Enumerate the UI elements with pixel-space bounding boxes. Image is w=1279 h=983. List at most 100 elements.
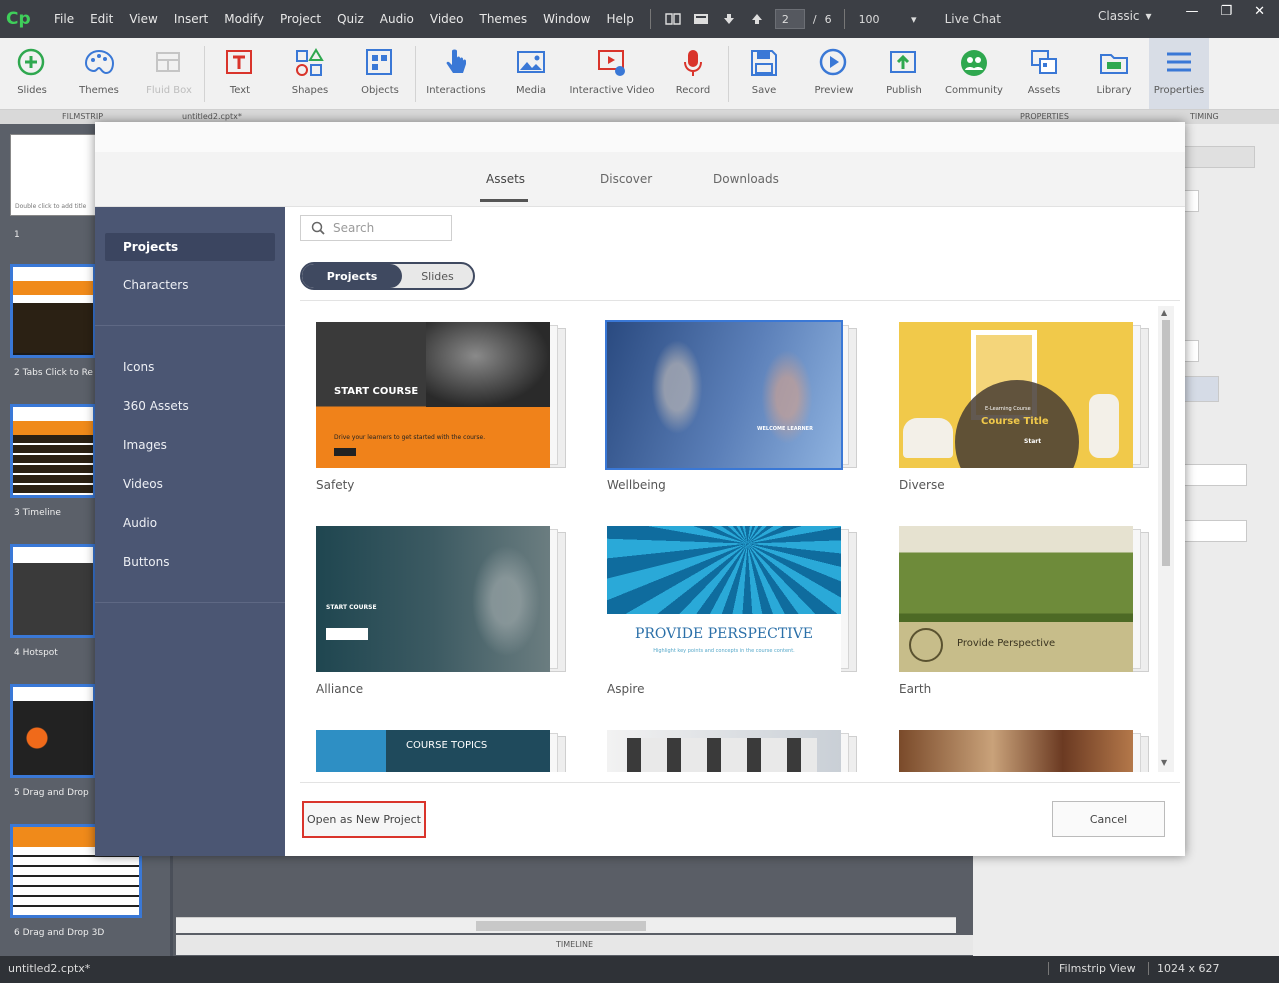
project-card-earth[interactable]: Provide Perspective Earth — [899, 526, 1149, 716]
menu-insert[interactable]: Insert — [166, 12, 216, 26]
main-menu: File Edit View Insert Modify Project Qui… — [46, 12, 642, 26]
properties-tab[interactable]: PROPERTIES — [1020, 112, 1069, 121]
timing-tab[interactable]: TIMING — [1190, 112, 1219, 121]
community-icon — [957, 46, 991, 80]
tab-discover[interactable]: Discover — [600, 172, 652, 186]
toggle-projects[interactable]: Projects — [302, 264, 402, 288]
project-thumbnail: PROVIDE PERSPECTIVE Highlight key points… — [607, 526, 841, 672]
sidebar-item-buttons[interactable]: Buttons — [105, 548, 275, 576]
zoom-select[interactable]: 100 ▾ — [853, 9, 923, 29]
library-button[interactable]: Library — [1079, 38, 1149, 109]
book-icon[interactable] — [663, 11, 683, 27]
menu-edit[interactable]: Edit — [82, 12, 121, 26]
file-tab[interactable]: untitled2.cptx* — [182, 112, 242, 121]
menu-quiz[interactable]: Quiz — [329, 12, 372, 26]
menu-video[interactable]: Video — [422, 12, 472, 26]
divider — [300, 300, 1180, 301]
property-field[interactable] — [1183, 146, 1255, 168]
menu-themes[interactable]: Themes — [472, 12, 536, 26]
property-dropdown[interactable] — [1183, 464, 1247, 486]
menu-audio[interactable]: Audio — [372, 12, 422, 26]
slide-thumbnail[interactable] — [10, 544, 96, 638]
slide-thumbnail[interactable] — [10, 264, 96, 358]
properties-button[interactable]: Properties — [1149, 38, 1209, 109]
shapes-button[interactable]: Shapes — [275, 38, 345, 109]
assets-button[interactable]: Assets — [1009, 38, 1079, 109]
library-icon — [1097, 46, 1131, 80]
property-button[interactable] — [1183, 376, 1219, 402]
sidebar-item-audio[interactable]: Audio — [105, 509, 275, 537]
slide-thumbnail[interactable]: Double click to add title — [10, 134, 96, 216]
community-button[interactable]: Community — [939, 38, 1009, 109]
filmstrip-icon[interactable] — [691, 11, 711, 27]
preview-button[interactable]: Preview — [799, 38, 869, 109]
project-card-diverse[interactable]: E-Learning Course Course Title Start Div… — [899, 322, 1149, 512]
record-button[interactable]: Record — [658, 38, 728, 109]
menu-view[interactable]: View — [121, 12, 165, 26]
projects-slides-toggle[interactable]: Projects Slides — [300, 262, 475, 290]
arrow-up-icon[interactable] — [747, 11, 767, 27]
microphone-icon — [676, 46, 710, 80]
slide-thumbnail[interactable] — [10, 684, 96, 778]
sidebar-divider — [95, 602, 285, 603]
arrow-down-icon[interactable] — [719, 11, 739, 27]
themes-button[interactable]: Themes — [64, 38, 134, 109]
project-card-aspire[interactable]: PROVIDE PERSPECTIVE Highlight key points… — [607, 526, 857, 716]
sidebar-item-projects[interactable]: Projects — [105, 233, 275, 261]
restore-icon[interactable]: ❐ — [1220, 4, 1232, 19]
property-dropdown[interactable] — [1183, 190, 1199, 212]
horizontal-scrollbar[interactable] — [176, 917, 956, 933]
property-dropdown[interactable] — [1183, 520, 1247, 542]
close-icon[interactable]: ✕ — [1254, 4, 1265, 19]
vertical-scrollbar[interactable]: ▲ ▼ — [1158, 306, 1174, 772]
sidebar-item-videos[interactable]: Videos — [105, 470, 275, 498]
sidebar-item-icons[interactable]: Icons — [105, 353, 275, 381]
project-card-safety[interactable]: START COURSE Drive your learners to get … — [316, 322, 566, 512]
project-card-team[interactable] — [607, 730, 857, 772]
project-thumbnail: E-Learning Course Course Title Start — [899, 322, 1133, 468]
timeline-panel[interactable]: TIMELINE — [176, 935, 973, 955]
text-button[interactable]: Text — [205, 38, 275, 109]
open-as-new-project-button[interactable]: Open as New Project — [302, 801, 426, 838]
menu-window[interactable]: Window — [535, 12, 598, 26]
filmstrip-tab[interactable]: FILMSTRIP — [62, 112, 103, 121]
save-button[interactable]: Save — [729, 38, 799, 109]
interactions-button[interactable]: Interactions — [416, 38, 496, 109]
menu-modify[interactable]: Modify — [216, 12, 272, 26]
sidebar-item-characters[interactable]: Characters — [105, 271, 275, 299]
publish-icon — [887, 46, 921, 80]
scroll-up-icon[interactable]: ▲ — [1161, 308, 1167, 317]
current-slide-field[interactable]: 2 — [774, 9, 805, 29]
sidebar-item-images[interactable]: Images — [105, 431, 275, 459]
menu-file[interactable]: File — [46, 12, 82, 26]
slides-button[interactable]: Slides — [0, 38, 64, 109]
minimize-icon[interactable]: — — [1185, 4, 1198, 19]
project-card-people[interactable] — [899, 730, 1149, 772]
project-card-wellbeing[interactable]: WELCOME LEARNER Wellbeing — [605, 320, 857, 512]
project-grid: START COURSE Drive your learners to get … — [300, 302, 1170, 772]
sidebar-item-360-assets[interactable]: 360 Assets — [105, 392, 275, 420]
menu-help[interactable]: Help — [598, 12, 641, 26]
project-card-course-topics[interactable]: COURSE TOPICS — [316, 730, 566, 772]
cancel-button[interactable]: Cancel — [1052, 801, 1165, 837]
tab-assets[interactable]: Assets — [486, 172, 525, 186]
media-button[interactable]: Media — [496, 38, 566, 109]
menu-project[interactable]: Project — [272, 12, 329, 26]
separator — [649, 9, 651, 29]
separator — [843, 9, 845, 29]
project-card-alliance[interactable]: START COURSE Alliance — [316, 526, 566, 716]
tab-downloads[interactable]: Downloads — [713, 172, 779, 186]
publish-button[interactable]: Publish — [869, 38, 939, 109]
scrollbar-thumb[interactable] — [476, 921, 646, 931]
search-input[interactable]: Search — [300, 215, 452, 241]
toggle-slides[interactable]: Slides — [402, 264, 473, 288]
scrollbar-thumb[interactable] — [1162, 320, 1170, 566]
live-chat-link[interactable]: Live Chat — [945, 12, 1001, 26]
property-field[interactable] — [1183, 340, 1199, 362]
slide-thumbnail[interactable] — [10, 404, 96, 498]
workspace-select[interactable]: Classic ▾ — [1098, 9, 1152, 23]
interactive-video-button[interactable]: Interactive Video — [566, 38, 658, 109]
objects-button[interactable]: Objects — [345, 38, 415, 109]
scroll-down-icon[interactable]: ▼ — [1161, 758, 1167, 767]
fluid-box-button[interactable]: Fluid Box — [134, 38, 204, 109]
